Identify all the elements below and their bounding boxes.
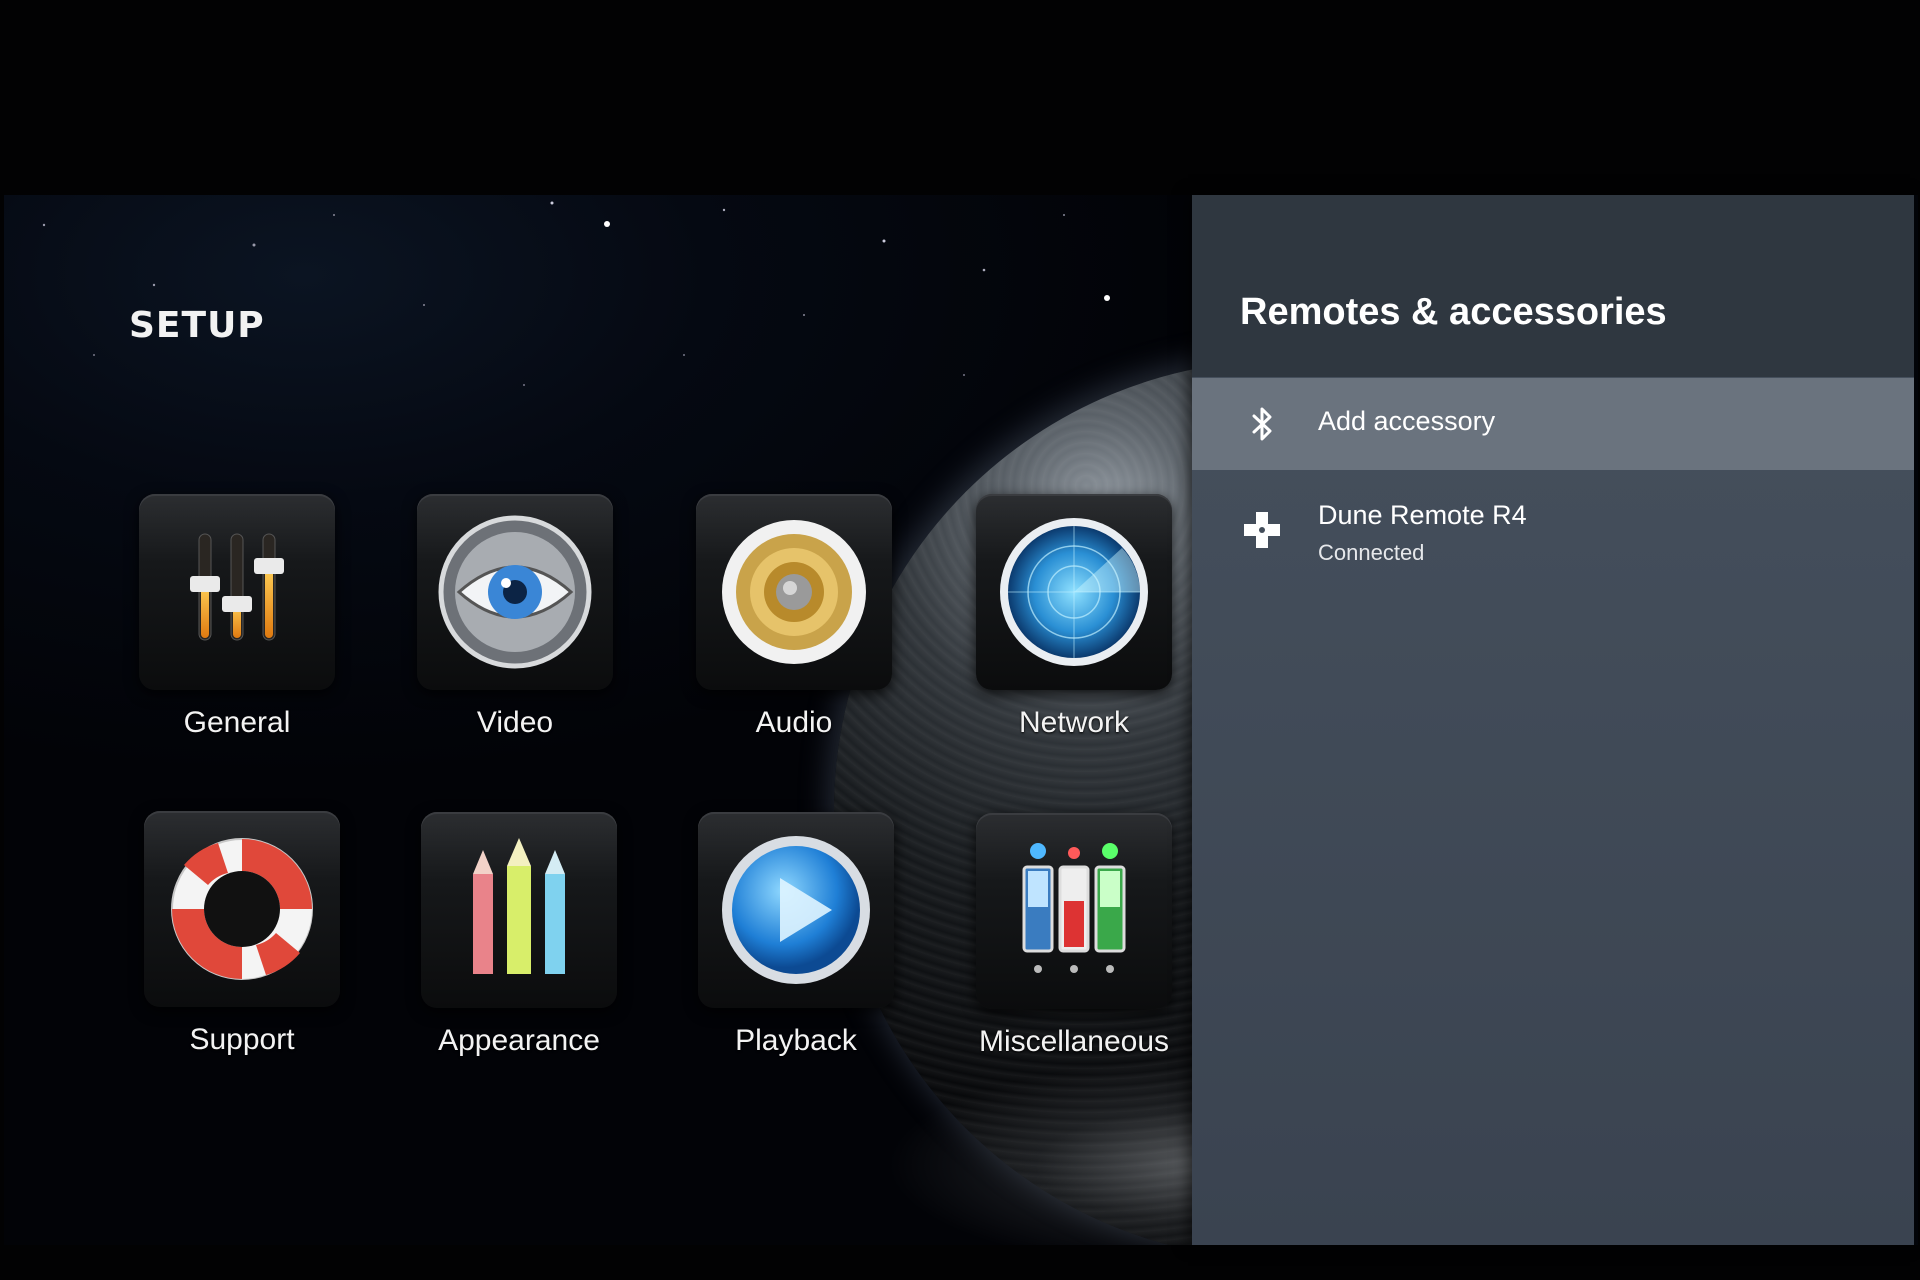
tile-label: General [183,706,291,739]
tile-playback[interactable]: Playback [696,812,896,1058]
speaker-icon [722,520,866,664]
tile-audio-box [696,494,892,690]
panel-header: Remotes & accessories [1192,195,1914,377]
tile-miscellaneous-box [976,813,1172,1009]
radar-icon [1000,518,1148,666]
tile-network[interactable]: Network [974,494,1174,740]
remotes-panel: Remotes & accessories Add accessory Dune… [1192,195,1914,1245]
dune-remote-label: Dune Remote R4 [1318,500,1527,530]
tile-appearance-box [421,812,617,1008]
tile-label: Appearance [438,1024,600,1057]
pencils-icon [473,838,565,974]
tile-label: Audio [755,706,833,739]
tile-support[interactable]: Support [142,811,342,1057]
add-accessory-label: Add accessory [1318,406,1496,436]
dune-remote-status: Connected [1318,540,1425,565]
tile-support-box [144,811,340,1007]
tile-label: Support [189,1023,295,1056]
tile-general-box [139,494,335,690]
add-accessory-item[interactable]: Add accessory [1192,378,1914,470]
tv-screen: SETUP General Video Audio Network Suppor… [0,0,1920,1280]
tile-playback-box [698,812,894,1008]
gamepad-dpad-icon [1244,512,1280,548]
tile-appearance[interactable]: Appearance [419,812,619,1058]
page-title: SETUP [129,305,265,346]
tile-audio[interactable]: Audio [694,494,894,740]
dune-remote-item[interactable]: Dune Remote R4 Connected [1192,478,1914,588]
tile-label: Miscellaneous [978,1025,1170,1058]
panel-title: Remotes & accessories [1240,291,1667,333]
eye-icon [438,515,592,669]
tile-miscellaneous[interactable]: Miscellaneous [974,813,1174,1059]
tile-label: Playback [735,1024,857,1057]
equalizer-sliders-icon [190,533,284,641]
switches-icon [1022,843,1126,973]
bluetooth-icon [1252,407,1272,441]
lifebuoy-icon [171,838,313,980]
tile-video[interactable]: Video [415,494,615,740]
tile-network-box [976,494,1172,690]
tile-general[interactable]: General [137,494,337,740]
tile-label: Video [476,706,554,739]
play-icon [722,836,870,984]
tile-video-box [417,494,613,690]
tile-label: Network [1018,706,1130,739]
